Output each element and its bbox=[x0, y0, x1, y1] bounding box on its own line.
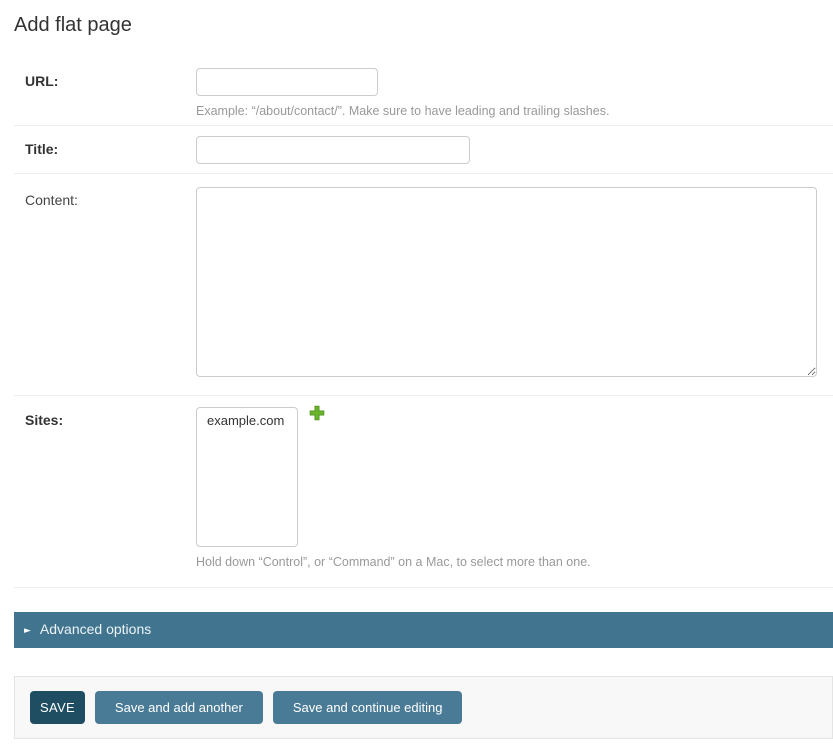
content-label: Content: bbox=[25, 187, 196, 208]
submit-row: SAVE Save and add another Save and conti… bbox=[14, 676, 833, 739]
plus-icon bbox=[309, 405, 325, 421]
content-area: Add flat page URL: Example: “/about/cont… bbox=[14, 0, 833, 739]
form-row-sites: Sites: example.com Hold down “Control”, … bbox=[14, 396, 833, 588]
save-and-continue-editing-button[interactable]: Save and continue editing bbox=[273, 691, 463, 724]
form-row-content: Content: bbox=[14, 174, 833, 396]
url-input[interactable] bbox=[196, 68, 378, 96]
url-label: URL: bbox=[25, 68, 196, 89]
collapse-arrow-icon: ► bbox=[24, 622, 31, 640]
url-help-text: Example: “/about/contact/”. Make sure to… bbox=[196, 103, 609, 119]
title-field bbox=[196, 136, 470, 164]
flatpage-form: URL: Example: “/about/contact/”. Make su… bbox=[14, 52, 833, 739]
save-button[interactable]: SAVE bbox=[30, 691, 85, 724]
add-site-button[interactable] bbox=[309, 405, 325, 421]
content-field bbox=[196, 187, 817, 377]
sites-field: example.com Hold down “Control”, or “Com… bbox=[196, 407, 591, 570]
content-textarea[interactable] bbox=[196, 187, 817, 377]
sites-select[interactable]: example.com bbox=[196, 407, 298, 547]
title-input[interactable] bbox=[196, 136, 470, 164]
form-row-title: Title: bbox=[14, 126, 833, 174]
page-title: Add flat page bbox=[14, 0, 833, 37]
sites-label: Sites: bbox=[25, 407, 196, 428]
sites-help-text: Hold down “Control”, or “Command” on a M… bbox=[196, 554, 591, 570]
url-field: Example: “/about/contact/”. Make sure to… bbox=[196, 68, 609, 119]
title-label: Title: bbox=[25, 136, 196, 157]
advanced-options-label: Advanced options bbox=[40, 621, 151, 637]
advanced-options-toggle[interactable]: ► Advanced options bbox=[14, 612, 833, 648]
form-row-url: URL: Example: “/about/contact/”. Make su… bbox=[14, 52, 833, 126]
save-and-add-another-button[interactable]: Save and add another bbox=[95, 691, 263, 724]
form-module: URL: Example: “/about/contact/”. Make su… bbox=[14, 52, 833, 588]
